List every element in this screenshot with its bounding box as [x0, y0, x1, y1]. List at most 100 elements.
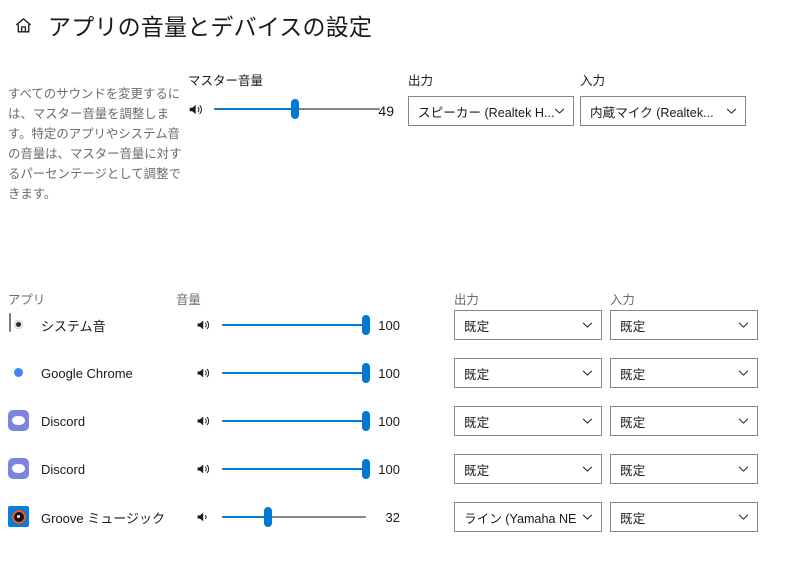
app-volume-value: 100 [378, 461, 400, 477]
app-input-field: 既定 [610, 406, 758, 436]
app-input-field: 既定 [610, 310, 758, 340]
output-device-value: スピーカー (Realtek H... [418, 105, 555, 120]
chevron-down-icon [738, 416, 749, 427]
app-volume-slider-row[interactable] [196, 305, 370, 345]
app-volume-slider[interactable] [222, 315, 370, 335]
app-input-select[interactable]: 既定 [610, 310, 758, 340]
app-input-select[interactable]: 既定 [610, 454, 758, 484]
speaker-icon [196, 460, 216, 478]
page-header: アプリの音量とデバイスの設定 [0, 8, 372, 42]
app-output-field: 既定 [454, 310, 602, 340]
speaker-icon [196, 364, 216, 382]
app-input-value: 既定 [620, 415, 646, 430]
input-device-value: 内蔵マイク (Realtek... [590, 105, 714, 120]
master-volume-value: 49 [378, 103, 394, 119]
table-row: Google Chrome 100 既定 既定 [0, 353, 800, 393]
app-volume-slider[interactable] [222, 363, 370, 383]
app-name: Discord [41, 461, 86, 477]
app-input-field: 既定 [610, 502, 758, 532]
table-row: Groove ミュージック 32 ライン (Yamaha NE 既定 [0, 497, 800, 537]
app-volume-slider[interactable] [222, 507, 366, 527]
slider-fill [222, 324, 366, 326]
app-identity: システム音 [8, 305, 106, 345]
app-output-select[interactable]: 既定 [454, 358, 602, 388]
output-device-label: 出力 [408, 74, 434, 88]
app-volume-slider[interactable] [222, 459, 370, 479]
app-name: Discord [41, 413, 86, 429]
app-volume-device-settings-page: アプリの音量とデバイスの設定 すべてのサウンドを変更するには、マスター音量を調整… [0, 0, 800, 585]
slider-thumb[interactable] [291, 99, 300, 119]
app-name: Google Chrome [41, 365, 133, 381]
app-input-field: 既定 [610, 358, 758, 388]
input-device-field: 入力 内蔵マイク (Realtek... [580, 70, 746, 126]
page-title: アプリの音量とデバイスの設定 [48, 14, 373, 40]
app-output-value: ライン (Yamaha NE [464, 511, 577, 526]
app-output-field: 既定 [454, 454, 602, 484]
chevron-down-icon [738, 464, 749, 475]
slider-fill [214, 108, 296, 110]
app-volume-value: 100 [378, 365, 400, 381]
home-icon[interactable] [6, 16, 40, 35]
app-input-select[interactable]: 既定 [610, 358, 758, 388]
app-identity: Google Chrome [8, 353, 133, 393]
chevron-down-icon [582, 320, 593, 331]
app-output-value: 既定 [464, 415, 490, 430]
app-output-value: 既定 [464, 367, 490, 382]
table-row: Discord 100 既定 既定 [0, 401, 800, 441]
master-volume-slider[interactable] [214, 99, 380, 119]
app-volume-slider-row[interactable] [196, 449, 370, 489]
app-name: Groove ミュージック [41, 510, 165, 526]
app-input-value: 既定 [620, 511, 646, 526]
chevron-down-icon [726, 106, 737, 117]
app-input-value: 既定 [620, 463, 646, 478]
app-output-select[interactable]: 既定 [454, 454, 602, 484]
app-identity: Groove ミュージック [8, 497, 165, 537]
speaker-icon [196, 412, 216, 430]
slider-fill [222, 468, 366, 470]
system-sound-icon [8, 313, 30, 336]
chrome-icon [8, 362, 30, 384]
app-output-select[interactable]: 既定 [454, 406, 602, 436]
app-volume-slider-row[interactable] [196, 353, 370, 393]
table-row: Discord 100 既定 既定 [0, 449, 800, 489]
app-input-select[interactable]: 既定 [610, 406, 758, 436]
input-device-select[interactable]: 内蔵マイク (Realtek... [580, 96, 746, 126]
master-volume-slider-row[interactable] [188, 99, 380, 119]
master-volume-label: マスター音量 [188, 74, 264, 88]
chevron-down-icon [554, 106, 565, 117]
app-volume-slider-row[interactable] [196, 401, 370, 441]
chevron-down-icon [582, 416, 593, 427]
slider-fill [222, 372, 366, 374]
discord-icon [8, 458, 30, 480]
chevron-down-icon [582, 512, 593, 523]
app-volume-value: 32 [385, 509, 400, 525]
app-input-select[interactable]: 既定 [610, 502, 758, 532]
master-volume-description: すべてのサウンドを変更するには、マスター音量を調整します。特定のアプリやシステム… [8, 87, 182, 201]
speaker-icon [188, 100, 208, 118]
app-input-value: 既定 [620, 367, 646, 382]
app-output-select[interactable]: 既定 [454, 310, 602, 340]
slider-fill [222, 420, 366, 422]
output-device-select[interactable]: スピーカー (Realtek H... [408, 96, 574, 126]
app-input-value: 既定 [620, 319, 646, 334]
app-volume-slider-row[interactable] [196, 497, 366, 537]
app-output-field: 既定 [454, 358, 602, 388]
app-input-field: 既定 [610, 454, 758, 484]
input-device-label: 入力 [580, 74, 606, 88]
app-output-value: 既定 [464, 463, 490, 478]
app-output-select[interactable]: ライン (Yamaha NE [454, 502, 602, 532]
app-identity: Discord [8, 449, 85, 489]
chevron-down-icon [738, 368, 749, 379]
groove-icon [8, 506, 30, 528]
app-output-field: ライン (Yamaha NE [454, 502, 602, 532]
app-name: システム音 [41, 318, 106, 334]
table-row: システム音 100 既定 既定 [0, 305, 800, 345]
app-identity: Discord [8, 401, 85, 441]
app-volume-slider[interactable] [222, 411, 370, 431]
slider-fill [222, 516, 269, 518]
chevron-down-icon [738, 320, 749, 331]
app-output-field: 既定 [454, 406, 602, 436]
app-volume-value: 100 [378, 413, 400, 429]
app-output-value: 既定 [464, 319, 490, 334]
slider-thumb[interactable] [264, 507, 273, 527]
